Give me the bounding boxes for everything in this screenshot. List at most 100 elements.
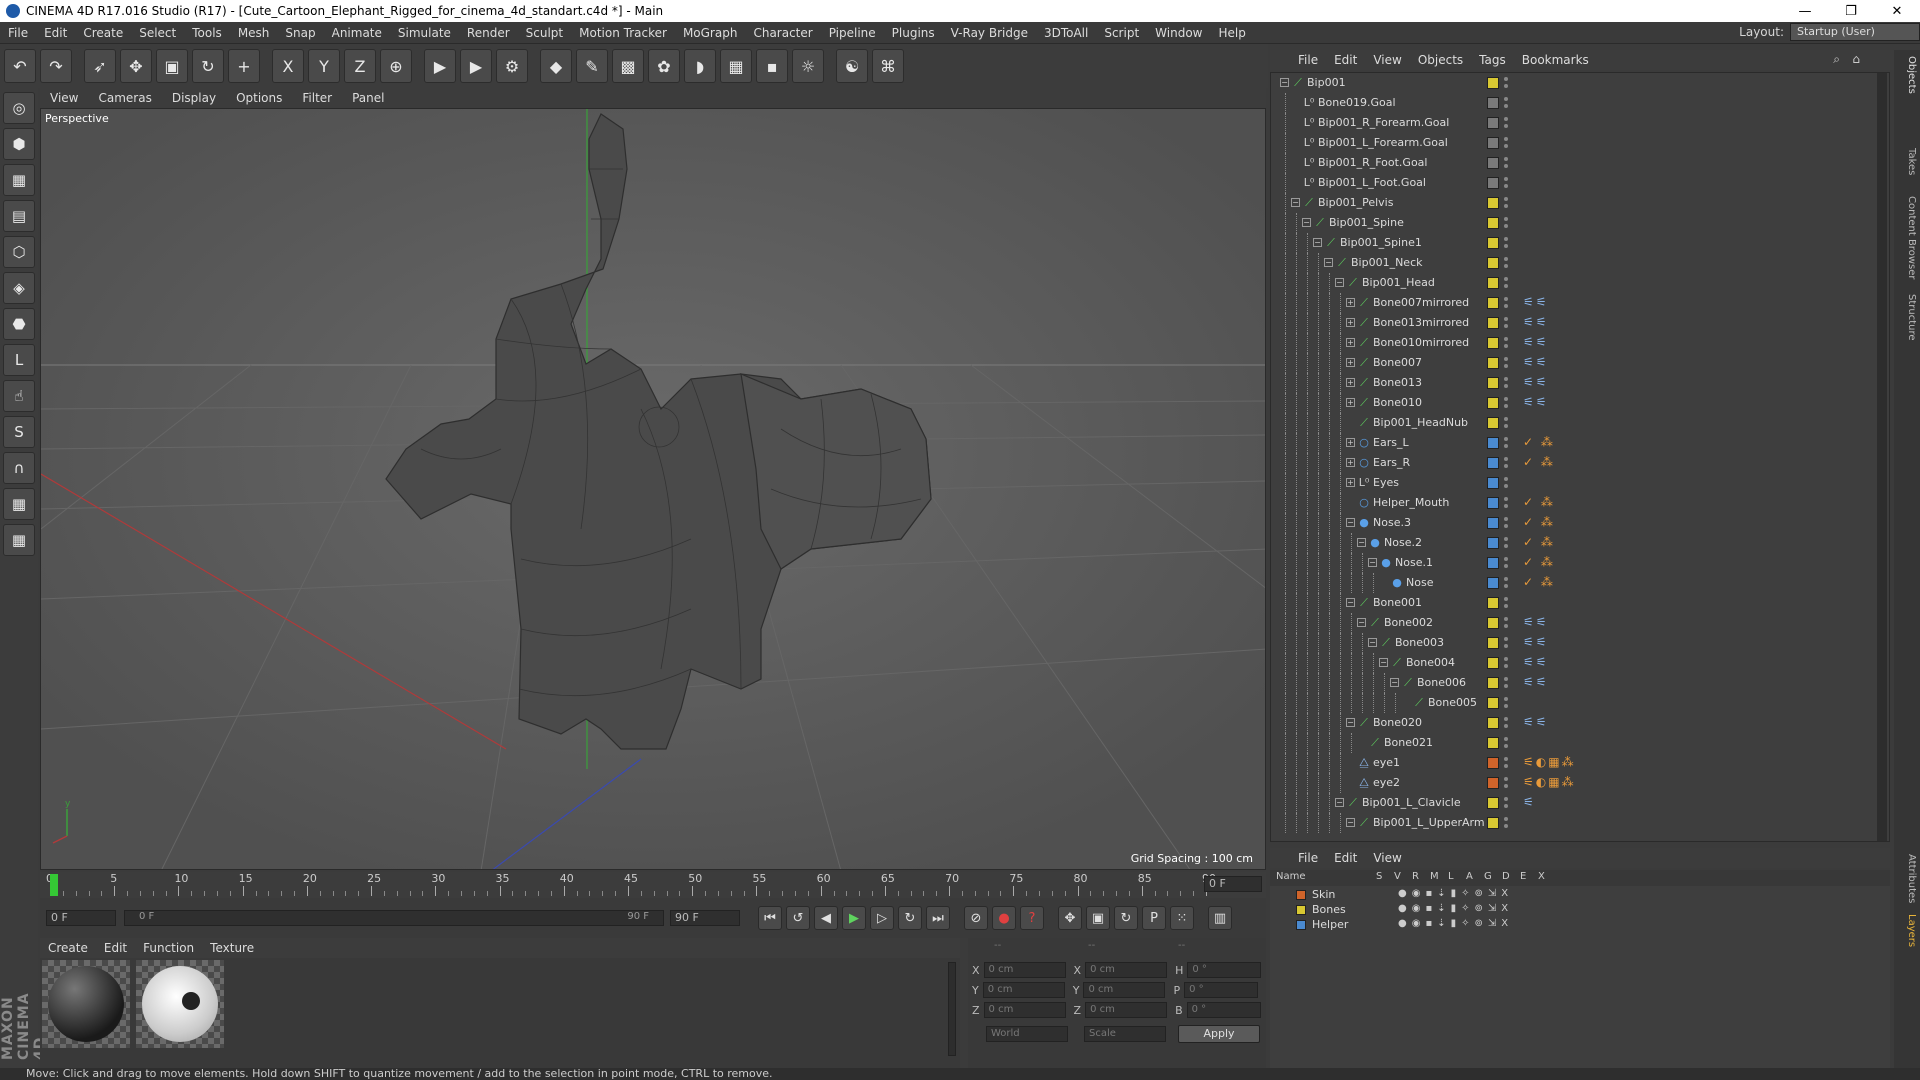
- undo-icon[interactable]: ↶: [4, 49, 36, 83]
- layer-color-swatch[interactable]: [1487, 797, 1499, 809]
- editor-visibility-dot[interactable]: [1504, 117, 1508, 121]
- viewport-menu-display[interactable]: Display: [162, 91, 226, 105]
- camera-icon[interactable]: ▪: [756, 49, 788, 83]
- solo-icon[interactable]: S: [3, 416, 35, 448]
- object-row[interactable]: ⟋ Bone005: [1271, 693, 1889, 713]
- object-tags[interactable]: ✓ ⁂: [1523, 435, 1555, 449]
- position-x-field[interactable]: 0 cm: [983, 962, 1066, 978]
- material-menu-create[interactable]: Create: [40, 941, 96, 955]
- layer-color-swatch[interactable]: [1296, 890, 1306, 900]
- expand-icon[interactable]: +: [1346, 378, 1355, 387]
- cube-icon[interactable]: ◆: [540, 49, 572, 83]
- editor-visibility-dot[interactable]: [1504, 157, 1508, 161]
- editor-visibility-dot[interactable]: [1504, 557, 1508, 561]
- layer-color-swatch[interactable]: [1487, 697, 1499, 709]
- editor-visibility-dot[interactable]: [1504, 297, 1508, 301]
- material-menu-function[interactable]: Function: [135, 941, 202, 955]
- render-visibility-dot[interactable]: [1504, 184, 1508, 188]
- editor-visibility-dot[interactable]: [1504, 757, 1508, 761]
- layer-color-swatch[interactable]: [1487, 657, 1499, 669]
- object-tags[interactable]: ⚟◐▦⁂: [1523, 775, 1576, 789]
- object-row[interactable]: + ⟋ Bone010 ⚟⚟: [1271, 393, 1889, 413]
- axis-icon[interactable]: L: [3, 344, 35, 376]
- cloner-icon[interactable]: ✿: [648, 49, 680, 83]
- timeline-ruler[interactable]: 0510152025303540455055606570758085900 F: [40, 872, 1266, 898]
- render-visibility-dot[interactable]: [1504, 424, 1508, 428]
- object-row[interactable]: + ⟋ Bone007 ⚟⚟: [1271, 353, 1889, 373]
- object-tags[interactable]: ⚟⚟: [1523, 375, 1549, 389]
- size-mode-dropdown[interactable]: Scale: [1084, 1026, 1166, 1042]
- key-pla-icon[interactable]: ⁙: [1170, 906, 1194, 930]
- render-visibility-dot[interactable]: [1504, 824, 1508, 828]
- object-tags[interactable]: ⚟⚟: [1523, 655, 1549, 669]
- layer-color-swatch[interactable]: [1487, 717, 1499, 729]
- render-visibility-dot[interactable]: [1504, 704, 1508, 708]
- object-row[interactable]: ⧋ eye1 ⚟◐▦⁂: [1271, 753, 1889, 773]
- editor-visibility-dot[interactable]: [1504, 137, 1508, 141]
- layer-color-swatch[interactable]: [1487, 597, 1499, 609]
- layer-color-swatch[interactable]: [1487, 257, 1499, 269]
- polygons-mode-icon[interactable]: ⬣: [3, 308, 35, 340]
- object-row[interactable]: + L⁰ Eyes: [1271, 473, 1889, 493]
- object-row[interactable]: − ⟋ Bip001_Spine: [1271, 213, 1889, 233]
- maximize-button[interactable]: ❐: [1828, 0, 1874, 22]
- subdivision-icon[interactable]: ▩: [612, 49, 644, 83]
- edges-mode-icon[interactable]: ◈: [3, 272, 35, 304]
- menu-simulate[interactable]: Simulate: [390, 26, 459, 40]
- playhead[interactable]: [50, 874, 58, 896]
- viewport-menu-panel[interactable]: Panel: [342, 91, 394, 105]
- editor-visibility-dot[interactable]: [1504, 277, 1508, 281]
- object-row[interactable]: − ● Nose.1 ✓ ⁂: [1271, 553, 1889, 573]
- object-row[interactable]: − ⟋ Bone001: [1271, 593, 1889, 613]
- layer-color-swatch[interactable]: [1487, 457, 1499, 469]
- coord-mode-dropdown[interactable]: World: [986, 1026, 1068, 1042]
- prev-key-icon[interactable]: ↺: [786, 906, 810, 930]
- snap-icon[interactable]: ▦: [3, 488, 35, 520]
- key-scale-icon[interactable]: ▣: [1086, 906, 1110, 930]
- next-key-icon[interactable]: ↻: [898, 906, 922, 930]
- menu-character[interactable]: Character: [745, 26, 820, 40]
- object-tags[interactable]: ⚟⚟: [1523, 335, 1549, 349]
- layer-color-swatch[interactable]: [1487, 777, 1499, 789]
- close-button[interactable]: ✕: [1874, 0, 1920, 22]
- collapse-icon[interactable]: −: [1379, 658, 1388, 667]
- editor-visibility-dot[interactable]: [1504, 697, 1508, 701]
- object-row[interactable]: − ⟋ Bone004 ⚟⚟: [1271, 653, 1889, 673]
- layer-color-swatch[interactable]: [1487, 557, 1499, 569]
- object-row[interactable]: + ⟋ Bone010mirrored ⚟⚟: [1271, 333, 1889, 353]
- render-visibility-dot[interactable]: [1504, 104, 1508, 108]
- render-visibility-dot[interactable]: [1504, 124, 1508, 128]
- tweak-icon[interactable]: ☝: [3, 380, 35, 412]
- object-row[interactable]: − ⟋ Bip001_L_UpperArm: [1271, 813, 1889, 833]
- layer-color-swatch[interactable]: [1487, 237, 1499, 249]
- object-tags[interactable]: ⚟⚟: [1523, 615, 1549, 629]
- object-row[interactable]: − ⟋ Bip001_L_Clavicle ⚟: [1271, 793, 1889, 813]
- layer-color-swatch[interactable]: [1487, 297, 1499, 309]
- layer-color-swatch[interactable]: [1487, 337, 1499, 349]
- layers-menu-file[interactable]: File: [1290, 851, 1326, 865]
- add-icon[interactable]: +: [228, 49, 260, 83]
- rotation-b-field[interactable]: 0 °: [1186, 1002, 1261, 1018]
- pen-icon[interactable]: ✎: [576, 49, 608, 83]
- render-visibility-dot[interactable]: [1504, 804, 1508, 808]
- light-icon[interactable]: ☼: [792, 49, 824, 83]
- tab-layers[interactable]: Layers: [1897, 914, 1917, 947]
- editor-visibility-dot[interactable]: [1504, 617, 1508, 621]
- current-frame-field[interactable]: 0 F: [1204, 876, 1262, 892]
- layer-color-swatch[interactable]: [1487, 537, 1499, 549]
- collapse-icon[interactable]: −: [1291, 198, 1300, 207]
- object-row[interactable]: − ⟋ Bip001_Neck: [1271, 253, 1889, 273]
- render-view-icon[interactable]: ▶: [424, 49, 456, 83]
- layer-color-swatch[interactable]: [1487, 677, 1499, 689]
- render-settings-icon[interactable]: ⚙: [496, 49, 528, 83]
- collapse-icon[interactable]: −: [1368, 558, 1377, 567]
- go-to-start-icon[interactable]: ⏮: [758, 906, 782, 930]
- render-visibility-dot[interactable]: [1504, 544, 1508, 548]
- menu-window[interactable]: Window: [1147, 26, 1210, 40]
- render-visibility-dot[interactable]: [1504, 284, 1508, 288]
- layer-color-swatch[interactable]: [1487, 97, 1499, 109]
- menu-select[interactable]: Select: [131, 26, 184, 40]
- move-icon[interactable]: ✥: [120, 49, 152, 83]
- menu-motion-tracker[interactable]: Motion Tracker: [571, 26, 675, 40]
- object-row[interactable]: ⟋ Bone021: [1271, 733, 1889, 753]
